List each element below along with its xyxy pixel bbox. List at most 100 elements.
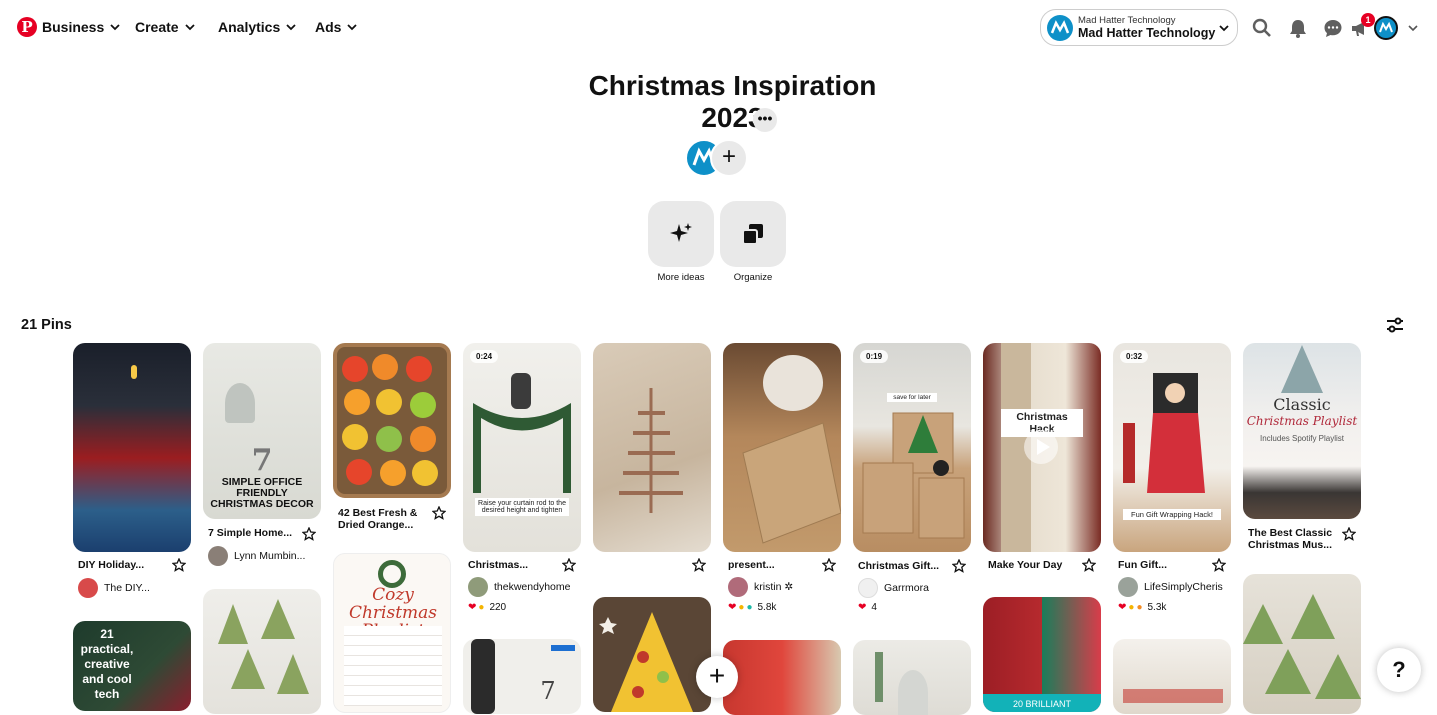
star-icon[interactable] — [1212, 558, 1226, 572]
sparkle-icon — [670, 223, 692, 242]
more-ideas-button[interactable] — [648, 201, 714, 267]
bell-icon[interactable] — [1287, 17, 1309, 39]
pin-image[interactable]: 0:32 Fun Gift Wrapping Hack! — [1113, 343, 1231, 552]
pin-card[interactable] — [593, 597, 711, 712]
pin-card[interactable]: 7 SIMPLE OFFICE FRIENDLY CHRISTMAS DECOR… — [203, 343, 321, 566]
pin-image[interactable] — [593, 597, 711, 712]
pin-title[interactable]: Make Your Day — [988, 559, 1062, 571]
table-decor — [1123, 689, 1223, 703]
pin-image[interactable] — [333, 343, 451, 498]
pin-image[interactable] — [1113, 639, 1231, 714]
organize-tool[interactable]: Organize — [720, 201, 786, 283]
pin-card[interactable]: 7 — [463, 639, 581, 714]
pin-user[interactable]: The DIY... — [78, 578, 150, 598]
pin-card[interactable] — [723, 640, 841, 715]
help-button[interactable]: ? — [1377, 648, 1421, 692]
nav-analytics[interactable]: Analytics — [218, 19, 296, 35]
pin-card[interactable] — [1243, 574, 1361, 714]
pin-card[interactable]: 0:32 Fun Gift Wrapping Hack! Fun Gift...… — [1113, 343, 1231, 613]
add-pin-button[interactable]: + — [696, 656, 738, 698]
star-icon[interactable] — [952, 559, 966, 573]
pin-caption: Raise your curtain rod to the desired he… — [475, 498, 569, 516]
pin-caption: Fun Gift Wrapping Hack! — [1123, 509, 1221, 520]
pin-image[interactable]: 0:24 Raise your curtain rod to the desir… — [463, 343, 581, 552]
pin-title[interactable]: Christmas Gift... — [858, 560, 939, 572]
pin-title[interactable]: present... — [728, 559, 775, 571]
profile-avatar[interactable] — [1374, 16, 1398, 40]
board-more-button[interactable]: ••• — [753, 108, 777, 132]
pin-overlay-text: SIMPLE OFFICE FRIENDLY CHRISTMAS DECOR — [210, 476, 314, 510]
play-icon[interactable] — [1023, 429, 1059, 465]
pinterest-logo[interactable]: P — [17, 17, 37, 37]
pin-image[interactable]: Cozy Christmas Playlist — [333, 553, 451, 713]
more-ideas-tool[interactable]: More ideas — [648, 201, 714, 283]
pin-image[interactable] — [73, 343, 191, 552]
pin-title[interactable]: Christmas... — [468, 559, 528, 571]
pin-image[interactable]: 7 — [463, 639, 581, 714]
star-icon[interactable] — [822, 558, 836, 572]
organize-button[interactable] — [720, 201, 786, 267]
pin-image[interactable] — [853, 640, 971, 715]
add-collaborator-button[interactable]: + — [710, 139, 748, 177]
pin-title[interactable]: DIY Holiday... — [78, 559, 144, 571]
star-icon[interactable] — [692, 558, 706, 572]
pin-image[interactable]: Classic Christmas Playlist Includes Spot… — [1243, 343, 1361, 519]
pin-title[interactable]: 7 Simple Home... — [208, 527, 292, 539]
pin-user[interactable]: Garrmora — [858, 578, 929, 598]
star-icon[interactable] — [302, 527, 316, 541]
pin-image[interactable]: Christmas Hack for wrapping — [983, 343, 1101, 552]
pin-card[interactable]: Cozy Christmas Playlist — [333, 553, 451, 713]
pin-card[interactable]: Christmas Hack for wrapping Make Your Da… — [983, 343, 1101, 572]
star-icon[interactable] — [562, 558, 576, 572]
nav-ads[interactable]: Ads — [315, 19, 358, 35]
account-switcher[interactable]: Mad Hatter Technology Mad Hatter Technol… — [1040, 9, 1238, 46]
pin-image[interactable]: 0:19 save for later — [853, 343, 971, 552]
pin-title[interactable]: The Best Classic Christmas Mus... — [1248, 527, 1338, 551]
pin-user[interactable]: LifeSimplyCheris — [1118, 577, 1223, 597]
pin-card[interactable]: 20 BRILLIANT — [983, 597, 1101, 712]
pin-image[interactable] — [723, 343, 841, 552]
pin-card[interactable]: 0:19 save for later Christmas Gift... Ga… — [853, 343, 971, 613]
pin-image[interactable]: 21 practical, creative and cool tech — [73, 621, 191, 711]
pin-image[interactable]: 20 BRILLIANT — [983, 597, 1101, 712]
pin-title[interactable]: Fun Gift... — [1118, 559, 1167, 571]
messages-icon[interactable] — [1322, 17, 1344, 39]
user-name: thekwendyhome — [494, 581, 571, 593]
pin-user[interactable]: kristin ✲ — [728, 577, 793, 597]
pin-card[interactable] — [1113, 639, 1231, 714]
tree-snacks-graphic — [218, 599, 309, 694]
pin-reactions[interactable]: ❤ ● ● 5.3k — [1118, 602, 1166, 613]
chevron-down-icon[interactable] — [1408, 23, 1418, 33]
nav-create[interactable]: Create — [135, 19, 195, 35]
pin-image[interactable]: 7 SIMPLE OFFICE FRIENDLY CHRISTMAS DECOR — [203, 343, 321, 519]
pin-card[interactable] — [853, 640, 971, 715]
pin-image[interactable] — [203, 589, 321, 714]
pin-card[interactable]: 21 practical, creative and cool tech — [73, 621, 191, 711]
pin-user[interactable]: thekwendyhome — [468, 577, 570, 597]
pin-overlay-number: 7 — [540, 677, 556, 705]
brand-label — [551, 645, 575, 651]
star-icon[interactable] — [172, 558, 186, 572]
pin-image[interactable] — [723, 640, 841, 715]
pin-card[interactable] — [203, 589, 321, 714]
user-avatar — [858, 578, 878, 598]
pin-image[interactable] — [1243, 574, 1361, 714]
pin-card[interactable] — [593, 343, 711, 572]
pin-reactions[interactable]: ❤ ● 220 — [468, 602, 506, 613]
star-icon[interactable] — [432, 506, 446, 520]
pin-card[interactable]: present... kristin ✲ ❤ ● ● 5.8k — [723, 343, 841, 613]
pin-card[interactable]: 0:24 Raise your curtain rod to the desir… — [463, 343, 581, 613]
nav-business[interactable]: Business — [42, 19, 120, 35]
pin-card[interactable]: Classic Christmas Playlist Includes Spot… — [1243, 343, 1361, 551]
star-icon[interactable] — [1342, 527, 1356, 541]
search-icon[interactable] — [1251, 17, 1273, 39]
pin-image[interactable] — [593, 343, 711, 552]
pin-reactions[interactable]: ❤ 4 — [858, 602, 877, 613]
pin-card[interactable]: 42 Best Fresh & Dried Orange... — [333, 343, 451, 531]
pin-user[interactable]: Lynn Mumbin... — [208, 546, 305, 566]
pin-reactions[interactable]: ❤ ● ● 5.8k — [728, 602, 776, 613]
pin-card[interactable]: DIY Holiday... The DIY... — [73, 343, 191, 598]
pin-title[interactable]: 42 Best Fresh & Dried Orange... — [338, 507, 426, 531]
filter-settings-icon[interactable] — [1385, 315, 1405, 335]
star-icon[interactable] — [1082, 558, 1096, 572]
